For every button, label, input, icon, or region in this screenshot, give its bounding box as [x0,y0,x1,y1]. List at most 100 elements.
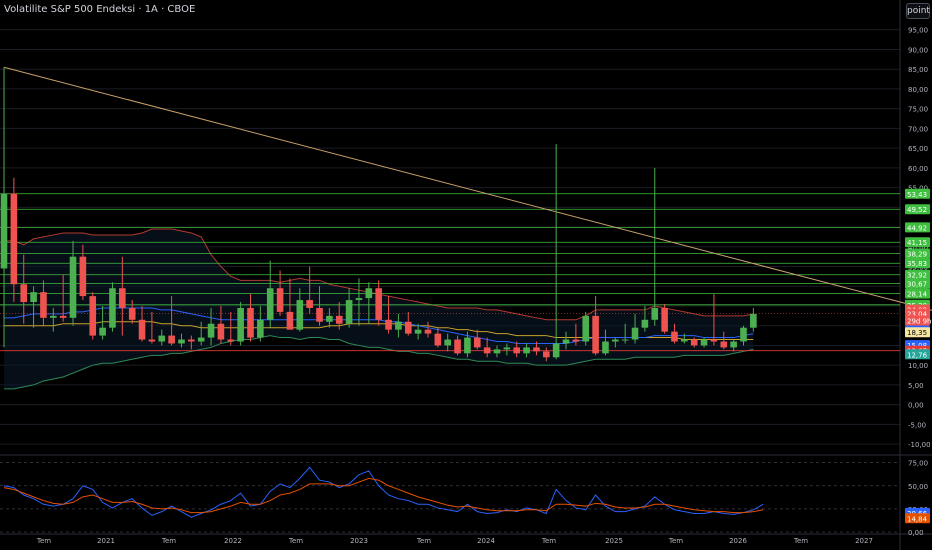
oscillator-line-blue [3,466,764,518]
x-tick-label: 2023 [350,537,368,545]
x-tick-label: 2021 [97,537,115,545]
candle-body [661,307,668,332]
candle-body [296,300,304,330]
price-label: 53,43 [907,191,927,199]
candle-body [572,339,580,342]
y-tick-label: 0,00 [908,402,924,410]
candle-body [503,347,511,350]
y-tick-label: 80,00 [908,86,928,94]
candle-body [730,341,737,348]
x-tick-label: Tem [793,537,808,545]
candle-body [0,193,8,269]
candle-body [523,347,530,354]
candle [582,311,590,346]
candle-body [30,292,37,303]
candle-body [197,337,205,342]
candle-body [188,339,195,342]
candle-body [434,333,442,346]
candle-body [385,319,392,330]
candle-body [750,313,757,328]
scale-mode-button[interactable]: point [906,3,930,19]
candle [266,260,274,328]
price-label: 30,67 [907,281,927,289]
chart-canvas[interactable]: 95,00 90,00 85,00 80,00 75,00 70,00 65,00 60,00… [0,0,932,550]
x-tick-label: Tem [541,537,556,545]
candle-body [671,331,678,342]
candle-body [513,347,521,354]
candle-body [690,339,698,346]
x-tick-label: Tem [416,537,431,545]
candle-body [582,315,590,342]
candle [661,304,668,334]
x-tick-label: 2024 [477,537,495,545]
y-tick-label: 65,00 [908,145,928,153]
candle-body [168,335,175,344]
price-axis: 95,00 90,00 85,00 80,00 75,00 70,00 65,00 60,00… [905,27,931,537]
candle-body [207,323,215,338]
candle-body [335,315,343,324]
candle-body [59,315,67,318]
price-label: 28,14 [907,291,928,299]
candle-body [40,292,47,318]
candle-body [395,321,402,330]
candle-body [552,343,560,358]
y-tick-label: 85,00 [908,66,928,74]
candle-body [20,284,28,303]
candle-body [533,347,540,352]
candle-body [543,351,550,358]
candle-body [700,339,708,346]
candle-body [99,327,106,336]
price-label: 18,35 [907,329,927,337]
candle-body [562,339,570,344]
candle-body [50,315,57,318]
candle [109,282,116,332]
candle-body [720,341,728,348]
oscillator-y-tick-label: 50,00 [908,483,928,491]
x-tick-label: Tem [288,537,303,545]
candle-body [414,329,422,334]
candle-body [740,327,747,342]
candle-body [631,327,639,340]
candle [237,302,244,346]
candle-body [306,300,313,308]
candle-body [375,288,382,320]
candle [10,177,18,303]
candle-body [404,321,412,334]
candle-body [69,256,77,318]
oscillator-price-label: 14,84 [907,515,928,523]
candle-body [148,339,156,342]
x-tick-label: 2027 [855,537,873,545]
x-tick-label: 2026 [729,537,747,545]
candle-body [217,323,225,340]
price-label: 49,52 [907,206,927,214]
candle-body [651,307,659,320]
price-label: 41,15 [907,239,927,247]
candle-body [237,307,244,342]
y-tick-label: -10,00 [908,441,931,449]
candle-body [355,298,363,301]
candle-body [464,337,471,354]
x-tick-label: Tem [668,537,683,545]
candle-body [424,329,432,334]
candle-body [138,319,146,340]
candle-body [592,315,599,354]
y-tick-label: 5,00 [908,382,924,390]
y-tick-label: 60,00 [908,165,928,173]
time-axis: Tem 2021 Tem 2022 Tem 2023 Tem 2024 Tem 2025 Tem 20… [36,537,873,545]
candle-body [326,315,333,322]
candle-body [158,335,166,342]
candle-body [483,347,491,354]
oscillator-line-orange [3,477,764,514]
candle-body [612,339,619,342]
candle-body [89,296,97,336]
candle-body [119,288,126,308]
y-tick-label: 70,00 [908,125,928,133]
x-tick-label: 2025 [605,537,623,545]
x-tick-label: Tem [161,537,176,545]
candle [276,270,284,316]
candle [89,292,97,340]
price-label: 12,76 [907,351,928,359]
chart-title: Volatilite S&P 500 Endeksi · 1A · CBOE [4,4,196,15]
y-tick-label: -5,00 [908,421,926,429]
candle-body [266,288,274,320]
